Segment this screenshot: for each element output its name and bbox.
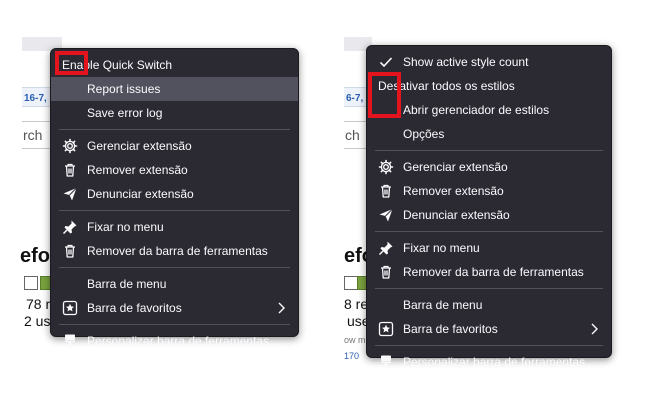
send-icon (62, 186, 78, 202)
menu-item-label: Remover da barra de ferramentas (403, 265, 584, 279)
star-box-icon (62, 300, 78, 316)
line-fragment-1: 8 re (344, 296, 369, 312)
highlight-box (55, 51, 88, 75)
trash-icon (378, 264, 394, 280)
menu-item-remove-extension[interactable]: Remover extensão (367, 179, 611, 203)
chevron-right-icon (276, 300, 288, 316)
menu-item-manage-extension[interactable]: Gerenciar extensão (367, 155, 611, 179)
menu-separator (375, 231, 603, 232)
extension-context-menu: Enable Quick Switch Report issues Save e… (50, 48, 299, 348)
menu-item-customize-toolbar[interactable]: Personalizar barra de ferramentas... (367, 350, 611, 374)
extension-context-menu: Show active style count Desativar todos … (366, 45, 612, 369)
menu-item-menu-bar[interactable]: Barra de menu (367, 293, 611, 317)
brush-icon (62, 333, 78, 349)
menu-item-label: Personalizar barra de ferramentas... (403, 355, 596, 369)
checkbox[interactable] (24, 276, 38, 290)
search-box-fragment[interactable]: rch (22, 121, 53, 149)
search-fragment-text: rch (23, 127, 43, 143)
menu-item-bookmarks-bar[interactable]: Barra de favoritos (367, 317, 611, 341)
menu-item-label: Save error log (87, 106, 163, 120)
tiny-fragment-2: 170 (344, 351, 360, 361)
menu-item-options[interactable]: Opções (367, 122, 611, 146)
menu-item-remove-extension[interactable]: Remover extensão (51, 158, 298, 182)
pin-icon (378, 240, 394, 256)
menu-item-report-extension[interactable]: Denunciar extensão (367, 203, 611, 227)
checkbox[interactable] (344, 276, 358, 290)
menu-item-bookmarks-bar[interactable]: Barra de favoritos (51, 296, 298, 320)
brush-icon (378, 354, 394, 370)
menu-item-label: Remover extensão (403, 184, 504, 198)
menu-item-label: Gerenciar extensão (403, 160, 508, 174)
menu-item-pin-to-menu[interactable]: Fixar no menu (367, 236, 611, 260)
menu-item-label: Denunciar extensão (403, 208, 510, 222)
menu-item-remove-from-toolbar[interactable]: Remover da barra de ferramentas (367, 260, 611, 284)
menu-item-disable-all-styles[interactable]: Desativar todos os estilos (367, 74, 611, 98)
menu-item-label: Show active style count (403, 55, 529, 69)
star-box-icon (378, 321, 394, 337)
chevron-right-icon (589, 321, 601, 337)
checkmark-icon (378, 54, 394, 70)
menu-separator (59, 210, 290, 211)
menu-separator (59, 267, 290, 268)
menu-item-manage-extension[interactable]: Gerenciar extensão (51, 134, 298, 158)
date-fragment: 6-7, (346, 93, 364, 104)
menu-item-label: Report issues (87, 82, 161, 96)
menu-item-label: Fixar no menu (87, 220, 164, 234)
gear-icon (378, 159, 394, 175)
menu-item-label: Personalizar barra de ferramentas... (87, 334, 280, 348)
tab-strip: 16-7, (22, 87, 52, 107)
menu-item-label: Opções (403, 127, 445, 141)
tab-strip: 6-7, (344, 87, 366, 107)
date-fragment: 16-7, (24, 93, 47, 104)
menu-item-report-extension[interactable]: Denunciar extensão (51, 182, 298, 206)
search-box-fragment[interactable]: ch (344, 121, 367, 149)
menu-item-label: Fixar no menu (403, 241, 480, 255)
menu-item-label: Abrir gerenciador de estilos (403, 103, 550, 117)
tiny-fragment-1: ow m (344, 335, 366, 345)
menu-item-customize-toolbar[interactable]: Personalizar barra de ferramentas... (51, 329, 298, 353)
menu-separator (375, 345, 603, 346)
trash-icon (62, 162, 78, 178)
menu-separator (375, 288, 603, 289)
menu-item-label: Barra de favoritos (87, 301, 182, 315)
pin-icon (62, 219, 78, 235)
trash-icon (62, 243, 78, 259)
menu-separator (59, 324, 290, 325)
send-icon (378, 207, 394, 223)
menu-item-remove-from-toolbar[interactable]: Remover da barra de ferramentas (51, 239, 298, 263)
search-fragment-text: ch (345, 127, 360, 143)
menu-item-label: Barra de menu (87, 277, 167, 291)
menu-item-label: Remover da barra de ferramentas (87, 244, 268, 258)
menu-separator (59, 129, 290, 130)
menu-item-save-error-log[interactable]: Save error log (51, 101, 298, 125)
menu-item-show-active-style-count[interactable]: Show active style count (367, 50, 611, 74)
menu-item-label: Barra de favoritos (403, 322, 498, 336)
menu-separator (375, 150, 603, 151)
highlight-box (368, 72, 401, 118)
menu-item-menu-bar[interactable]: Barra de menu (51, 272, 298, 296)
menu-item-label: Gerenciar extensão (87, 139, 192, 153)
menu-item-pin-to-menu[interactable]: Fixar no menu (51, 215, 298, 239)
menu-item-enable-quick-switch[interactable]: Enable Quick Switch (51, 53, 298, 77)
trash-icon (378, 183, 394, 199)
menu-item-label: Remover extensão (87, 163, 188, 177)
menu-item-label: Barra de menu (403, 298, 483, 312)
menu-item-open-style-manager[interactable]: Abrir gerenciador de estilos (367, 98, 611, 122)
menu-item-label: Denunciar extensão (87, 187, 194, 201)
menu-item-report-issues[interactable]: Report issues (51, 77, 298, 101)
gear-icon (62, 138, 78, 154)
